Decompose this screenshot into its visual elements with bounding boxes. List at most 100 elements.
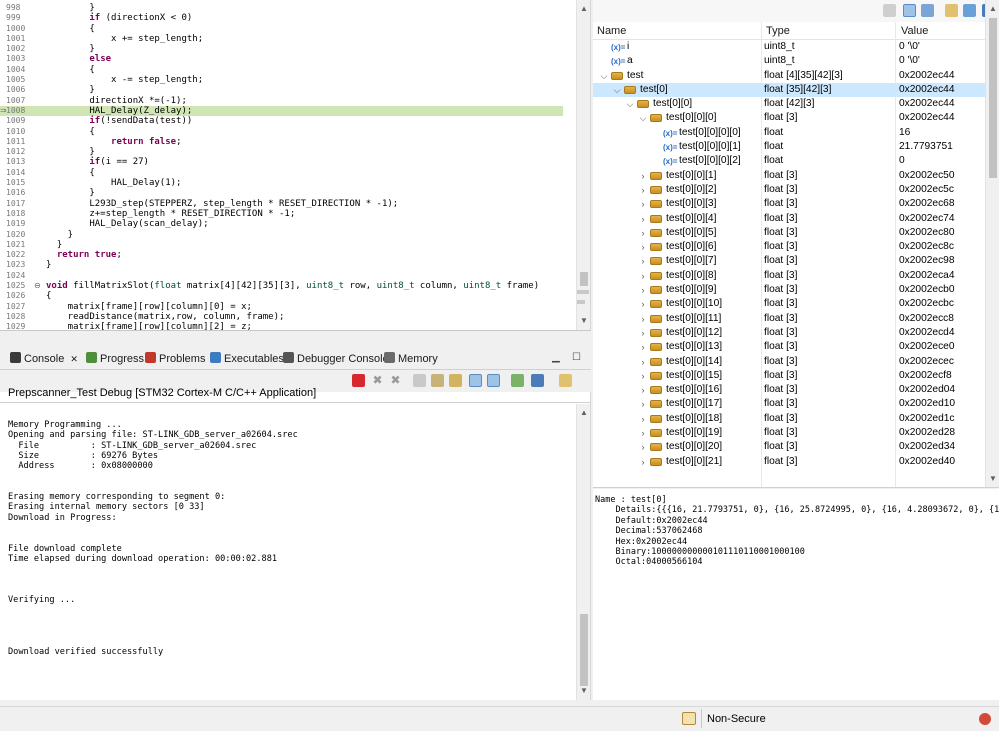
variables-scroll-thumb[interactable] <box>989 18 997 178</box>
variable-value[interactable]: 0x2002ed28 <box>899 426 955 440</box>
variable-value[interactable]: 0 '\0' <box>899 54 920 68</box>
expand-icon[interactable]: › <box>638 254 648 268</box>
variable-value[interactable]: 0 <box>899 154 905 168</box>
variable-value[interactable]: 0x2002ecec <box>899 355 954 369</box>
expand-icon[interactable]: › <box>638 326 648 340</box>
variable-value[interactable]: 0x2002eca4 <box>899 269 955 283</box>
variable-value[interactable]: 0x2002ecbc <box>899 297 954 311</box>
variable-row[interactable]: ⌵ test[0][0][0] float [3] 0x2002ec44 <box>593 111 985 125</box>
expand-icon[interactable]: › <box>638 383 648 397</box>
variable-value[interactable]: 0x2002ecf8 <box>899 369 952 383</box>
variable-value[interactable]: 0x2002ec50 <box>899 169 955 183</box>
expand-icon[interactable]: › <box>638 169 648 183</box>
expand-icon[interactable]: › <box>638 226 648 240</box>
variable-row[interactable]: › test[0][0][3] float [3] 0x2002ec68 <box>593 197 985 211</box>
scroll-up-icon[interactable]: ▲ <box>577 2 590 16</box>
tab-console[interactable]: Console ✕ <box>10 351 78 368</box>
variable-row[interactable]: › test[0][0][11] float [3] 0x2002ecc8 <box>593 312 985 326</box>
variable-value[interactable]: 0x2002ecd4 <box>899 326 955 340</box>
collapse-icon[interactable]: ⌵ <box>638 111 648 125</box>
variable-row[interactable]: › test[0][0][16] float [3] 0x2002ed04 <box>593 383 985 397</box>
variable-value[interactable]: 0x2002ec68 <box>899 197 955 211</box>
variable-value[interactable]: 21.7793751 <box>899 140 953 154</box>
expand-icon[interactable]: › <box>638 369 648 383</box>
variable-row[interactable]: (x)= test[0][0][0][0] float 16 <box>593 126 985 140</box>
variable-row[interactable]: › test[0][0][6] float [3] 0x2002ec8c <box>593 240 985 254</box>
fold-toggle-icon[interactable]: ⊖ <box>34 281 42 291</box>
tab-problems[interactable]: Problems <box>145 351 205 368</box>
variable-row[interactable]: (x)= test[0][0][0][2] float 0 <box>593 154 985 168</box>
scroll-up-icon[interactable]: ▲ <box>986 2 999 16</box>
scroll-down-icon[interactable]: ▼ <box>577 684 591 698</box>
tab-executables[interactable]: Executables <box>210 351 284 368</box>
variable-row[interactable]: › test[0][0][15] float [3] 0x2002ecf8 <box>593 369 985 383</box>
expand-icon[interactable]: › <box>638 297 648 311</box>
expand-icon[interactable]: › <box>638 455 648 469</box>
variable-value[interactable]: 0x2002ecc8 <box>899 312 954 326</box>
column-header-name[interactable]: Name <box>597 25 626 37</box>
tab-progress[interactable]: Progress <box>86 351 144 368</box>
terminate-icon[interactable] <box>352 374 365 387</box>
column-header-value[interactable]: Value <box>901 25 928 37</box>
variable-value[interactable]: 0x2002ec44 <box>899 83 955 97</box>
show-on-stdout-icon[interactable] <box>469 374 482 387</box>
variable-row[interactable]: › test[0][0][14] float [3] 0x2002ecec <box>593 355 985 369</box>
variable-row[interactable]: (x)= a uint8_t 0 '\0' <box>593 54 985 68</box>
scroll-up-icon[interactable]: ▲ <box>577 406 591 420</box>
scroll-lock-icon[interactable] <box>431 374 444 387</box>
variable-row[interactable]: › test[0][0][20] float [3] 0x2002ed34 <box>593 440 985 454</box>
expand-icon[interactable]: › <box>638 312 648 326</box>
variable-row[interactable]: ⌵ test float [4][35][42][3] 0x2002ec44 <box>593 69 985 83</box>
minimize-icon[interactable]: ▁ <box>552 352 560 363</box>
expand-icon[interactable]: › <box>638 412 648 426</box>
overview-ruler-mark[interactable] <box>577 290 589 294</box>
editor-vertical-scrollbar[interactable]: ▲ ▼ <box>576 0 590 330</box>
expand-icon[interactable]: › <box>638 397 648 411</box>
variable-row[interactable]: › test[0][0][1] float [3] 0x2002ec50 <box>593 169 985 183</box>
variables-vertical-scrollbar[interactable]: ▲ ▼ <box>985 0 999 487</box>
variable-value[interactable]: 0x2002ec44 <box>899 111 955 125</box>
variable-row[interactable]: › test[0][0][5] float [3] 0x2002ec80 <box>593 226 985 240</box>
variable-value[interactable]: 0x2002ed34 <box>899 440 955 454</box>
variable-value[interactable]: 16 <box>899 126 910 140</box>
expand-icon[interactable]: › <box>638 212 648 226</box>
variable-row[interactable]: › test[0][0][9] float [3] 0x2002ecb0 <box>593 283 985 297</box>
show-logical-structure-icon[interactable] <box>903 4 916 17</box>
expand-icon[interactable]: › <box>638 183 648 197</box>
remove-launch-icon[interactable]: ✖ <box>371 374 384 387</box>
word-wrap-icon[interactable] <box>449 374 462 387</box>
variable-value[interactable]: 0x2002ecb0 <box>899 283 955 297</box>
variable-row[interactable]: › test[0][0][13] float [3] 0x2002ece0 <box>593 340 985 354</box>
variable-value[interactable]: 0x2002ece0 <box>899 340 955 354</box>
expand-icon[interactable]: › <box>638 340 648 354</box>
open-console-icon[interactable] <box>559 374 572 387</box>
column-header-type[interactable]: Type <box>766 25 790 37</box>
show-type-names-icon[interactable] <box>883 4 896 17</box>
console-scroll-thumb[interactable] <box>580 614 588 686</box>
pin-console-icon[interactable] <box>511 374 524 387</box>
expand-icon[interactable]: › <box>638 269 648 283</box>
variable-row[interactable]: › test[0][0][12] float [3] 0x2002ecd4 <box>593 326 985 340</box>
variable-row[interactable]: (x)= test[0][0][0][1] float 21.7793751 <box>593 140 985 154</box>
tab-memory[interactable]: Memory <box>384 351 438 368</box>
variable-value[interactable]: 0x2002ed10 <box>899 397 955 411</box>
variable-value[interactable]: 0x2002ec44 <box>899 69 955 83</box>
tab-debugger-console[interactable]: Debugger Console <box>283 351 389 368</box>
console-vertical-scrollbar[interactable]: ▲ ▼ <box>576 404 590 700</box>
collapse-icon[interactable]: ⌵ <box>599 69 609 83</box>
variable-row[interactable]: › test[0][0][17] float [3] 0x2002ed10 <box>593 397 985 411</box>
variable-value[interactable]: 0x2002ec8c <box>899 240 954 254</box>
variable-row[interactable]: › test[0][0][18] float [3] 0x2002ed1c <box>593 412 985 426</box>
variable-value[interactable]: 0x2002ec44 <box>899 97 955 111</box>
variable-row[interactable]: › test[0][0][8] float [3] 0x2002eca4 <box>593 269 985 283</box>
variable-value[interactable]: 0x2002ec74 <box>899 212 955 226</box>
variable-value[interactable]: 0x2002ed1c <box>899 412 955 426</box>
variable-row[interactable]: ⌵ test[0] float [35][42][3] 0x2002ec44 <box>593 82 985 98</box>
expand-icon[interactable]: › <box>638 197 648 211</box>
expand-icon[interactable]: › <box>638 426 648 440</box>
remove-global-variables-icon[interactable] <box>963 4 976 17</box>
variable-row[interactable]: › test[0][0][21] float [3] 0x2002ed40 <box>593 455 985 469</box>
add-global-variables-icon[interactable] <box>945 4 958 17</box>
code-editor[interactable]: 998 } 999 if (directionX < 0) 1000 {1001 x… <box>0 0 591 331</box>
editor-scroll-thumb[interactable] <box>580 272 588 286</box>
